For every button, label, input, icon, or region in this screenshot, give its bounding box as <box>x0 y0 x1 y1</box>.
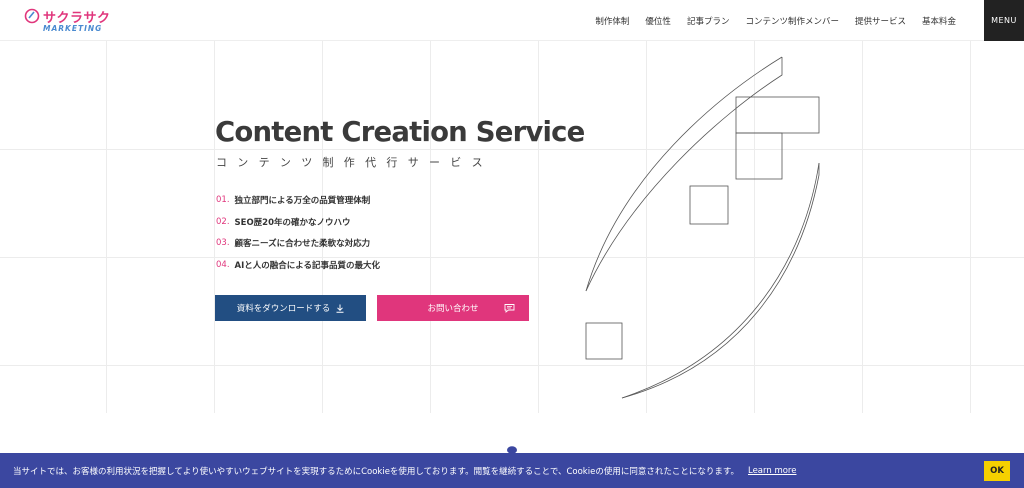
download-icon <box>336 304 344 313</box>
site-header: サクラサク MARKETING 制作体制 優位性 記事プラン コンテンツ制作メン… <box>0 0 1024 41</box>
feature-text: AIと人の融合による記事品質の最大化 <box>234 260 381 271</box>
nav-item-pricing[interactable]: 基本料金 <box>922 15 956 27</box>
nav-item-article-plans[interactable]: 記事プラン <box>687 15 730 27</box>
hero-title: Content Creation Service <box>215 116 585 148</box>
logo[interactable]: サクラサク MARKETING <box>24 6 114 36</box>
cookie-ok-button[interactable]: OK <box>984 461 1010 481</box>
feature-number: 01. <box>216 194 230 205</box>
feature-text: 顧客ニーズに合わせた柔軟な対応力 <box>234 239 371 250</box>
nav-item-advantages[interactable]: 優位性 <box>645 15 671 27</box>
feature-text: SEO歴20年の確かなノウハウ <box>234 217 351 228</box>
logo-sub: MARKETING <box>43 24 103 33</box>
nav-item-members[interactable]: コンテンツ制作メンバー <box>745 15 839 27</box>
contact-button[interactable]: お問い合わせ <box>377 295 529 321</box>
cookie-text: 当サイトでは、お客様の利用状況を把握してより使いやすいウェブサイトを実現するため… <box>13 466 739 477</box>
list-item: 01. 独立部門による万全の品質管理体制 <box>216 189 380 211</box>
chat-bubble-icon <box>504 304 515 313</box>
page: サクラサク MARKETING 制作体制 優位性 記事プラン コンテンツ制作メン… <box>0 0 1024 488</box>
list-item: 03. 顧客ニーズに合わせた柔軟な対応力 <box>216 232 380 254</box>
cookie-banner: 当サイトでは、お客様の利用状況を把握してより使いやすいウェブサイトを実現するため… <box>0 453 1024 488</box>
background-grid <box>0 41 1024 413</box>
main-nav: 制作体制 優位性 記事プラン コンテンツ制作メンバー 提供サービス 基本料金 <box>579 0 956 41</box>
feature-number: 02. <box>216 216 230 227</box>
learn-more-link[interactable]: Learn more <box>748 466 796 476</box>
download-button[interactable]: 資料をダウンロードする <box>215 295 366 321</box>
nav-item-production-system[interactable]: 制作体制 <box>595 15 629 27</box>
menu-button[interactable]: MENU <box>984 0 1024 41</box>
decorative-line-art <box>585 56 820 399</box>
feature-list: 01. 独立部門による万全の品質管理体制 02. SEO歴20年の確かなノウハウ… <box>216 189 380 276</box>
hero-subtitle: コンテンツ制作代行サービス <box>216 156 493 169</box>
list-item: 04. AIと人の融合による記事品質の最大化 <box>216 254 380 276</box>
feature-number: 04. <box>216 259 230 270</box>
download-button-label: 資料をダウンロードする <box>236 304 331 314</box>
nav-item-services[interactable]: 提供サービス <box>855 15 906 27</box>
feature-number: 03. <box>216 238 230 249</box>
feature-text: 独立部門による万全の品質管理体制 <box>234 195 371 206</box>
contact-button-label: お問い合わせ <box>427 304 479 314</box>
sakura-logo-icon <box>24 8 40 24</box>
list-item: 02. SEO歴20年の確かなノウハウ <box>216 211 380 233</box>
